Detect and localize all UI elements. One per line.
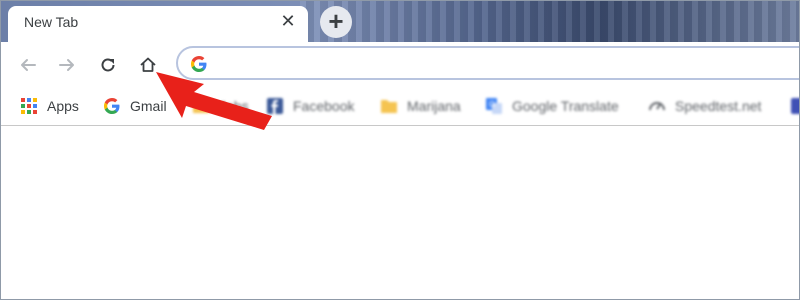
bookmark-label: Apps <box>47 98 79 114</box>
google-g-icon <box>104 98 120 114</box>
bookmark-apps[interactable]: Apps <box>20 95 79 117</box>
bookmark-google-translate[interactable]: G Google Translate <box>485 95 619 117</box>
google-g-icon <box>191 56 207 72</box>
tab-title: New Tab <box>24 14 79 30</box>
bookmark-jobs[interactable]: Jobs <box>192 95 249 117</box>
apps-grid-icon <box>21 98 37 114</box>
bookmarks-bar: Apps Gmail Jobs Facebook Marijana G Goog… <box>0 88 800 126</box>
folder-icon <box>381 100 397 113</box>
folder-icon <box>193 100 209 113</box>
toolbar <box>0 42 800 88</box>
bookmark-label: Facebook <box>293 98 355 114</box>
bookmark-label: Speedtest.net <box>675 98 762 114</box>
forward-arrow-icon <box>59 59 74 71</box>
bookmark-label: Marijana <box>407 98 461 114</box>
tab-new-tab[interactable]: New Tab ✕ <box>8 6 308 42</box>
tab-close-icon[interactable]: ✕ <box>278 11 298 31</box>
bookmark-favicon-icon <box>791 98 800 114</box>
bookmark-facebook[interactable]: Facebook <box>266 95 354 117</box>
home-icon <box>140 57 156 72</box>
page-content <box>0 126 800 300</box>
address-input[interactable] <box>218 52 782 78</box>
bookmark-label: Jobs <box>219 98 249 114</box>
reload-icon <box>101 58 115 72</box>
back-arrow-icon <box>21 59 36 71</box>
translate-icon: G <box>486 98 502 114</box>
home-button[interactable] <box>134 51 162 79</box>
tab-strip: New Tab ✕ + <box>0 0 800 42</box>
speedometer-icon <box>649 102 665 111</box>
bookmark-gmail[interactable]: Gmail <box>103 95 167 117</box>
bookmark-marijana[interactable]: Marijana <box>380 95 461 117</box>
bookmark-label: Gmail <box>130 98 167 114</box>
address-bar[interactable] <box>176 46 800 80</box>
new-tab-button[interactable]: + <box>320 6 352 38</box>
facebook-icon <box>267 98 283 114</box>
bookmark-overflow[interactable] <box>790 95 800 117</box>
reload-button[interactable] <box>94 51 122 79</box>
bookmark-label: Google Translate <box>512 98 619 114</box>
forward-button[interactable] <box>53 51 81 79</box>
back-button[interactable] <box>14 51 42 79</box>
bookmark-speedtest[interactable]: Speedtest.net <box>648 95 761 117</box>
svg-text:G: G <box>489 100 495 109</box>
